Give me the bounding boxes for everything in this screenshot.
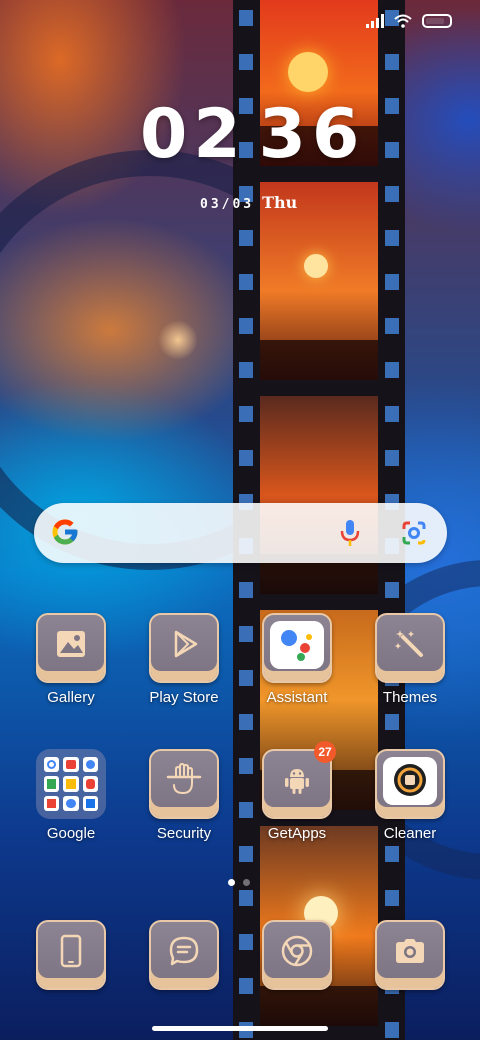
date-text: 03/03 xyxy=(200,197,255,212)
status-bar xyxy=(366,14,452,28)
app-cleaner[interactable]: Cleaner xyxy=(360,749,460,842)
app-tile xyxy=(149,749,219,819)
image-icon xyxy=(57,631,85,658)
app-tile xyxy=(149,920,219,990)
cellular-signal-icon xyxy=(366,14,384,28)
app-tile xyxy=(149,613,219,683)
folder-google[interactable]: Google xyxy=(21,749,121,842)
dock-messages[interactable] xyxy=(134,920,234,990)
android-icon xyxy=(285,769,309,795)
weekday-text: Thu xyxy=(262,193,298,212)
dock-chrome[interactable] xyxy=(247,920,347,990)
battery-icon xyxy=(422,14,452,28)
dock-camera[interactable] xyxy=(360,920,460,990)
google-search-bar[interactable] xyxy=(34,503,447,563)
date-display[interactable]: 03/03 Thu xyxy=(200,193,297,212)
app-label: Themes xyxy=(382,689,438,706)
app-label: Play Store xyxy=(149,689,219,706)
folder-label: Google xyxy=(46,825,96,842)
folder-icon xyxy=(36,749,106,819)
app-label: Cleaner xyxy=(383,825,437,842)
app-security[interactable]: Security xyxy=(134,749,234,842)
page-dot[interactable] xyxy=(243,879,250,886)
dock-phone[interactable] xyxy=(21,920,121,990)
clock-minutes: 36 xyxy=(258,95,366,174)
app-tile xyxy=(262,920,332,990)
message-icon xyxy=(169,936,199,966)
app-getapps[interactable]: 27 GetApps xyxy=(247,741,347,842)
app-tile xyxy=(375,920,445,990)
google-assistant-icon xyxy=(281,630,312,662)
app-assistant[interactable]: Assistant xyxy=(247,613,347,706)
app-tile xyxy=(375,749,445,819)
phone-icon xyxy=(60,934,82,968)
page-indicator[interactable] xyxy=(228,879,250,886)
microphone-icon[interactable] xyxy=(340,519,360,547)
light-flare xyxy=(158,320,198,360)
clock-hours: 02 xyxy=(140,95,247,174)
magic-wand-icon xyxy=(395,630,423,658)
app-tile: 27 xyxy=(262,741,336,819)
app-tile xyxy=(262,613,332,683)
google-g-icon xyxy=(52,519,78,545)
gesture-home-bar[interactable] xyxy=(152,1026,328,1031)
app-tile xyxy=(36,613,106,683)
page-dot-active[interactable] xyxy=(228,879,235,886)
google-lens-icon[interactable] xyxy=(400,519,428,547)
camera-icon xyxy=(396,939,424,964)
app-label: Gallery xyxy=(47,689,95,706)
app-play-store[interactable]: Play Store xyxy=(134,613,234,706)
app-label: Security xyxy=(156,825,212,842)
play-triangle-icon xyxy=(174,630,198,658)
cleaner-icon xyxy=(394,764,426,797)
app-tile xyxy=(36,920,106,990)
app-tile xyxy=(375,613,445,683)
chrome-icon xyxy=(281,935,313,967)
film-frame-birds-sunset xyxy=(260,396,378,594)
app-themes[interactable]: Themes xyxy=(360,613,460,706)
clock-widget[interactable]: 02 36 xyxy=(140,100,360,170)
app-label: GetApps xyxy=(267,825,327,842)
app-gallery[interactable]: Gallery xyxy=(21,613,121,706)
wifi-icon xyxy=(394,14,412,28)
notification-badge: 27 xyxy=(314,741,336,763)
shield-hand-icon xyxy=(166,763,202,795)
app-label: Assistant xyxy=(266,689,328,706)
